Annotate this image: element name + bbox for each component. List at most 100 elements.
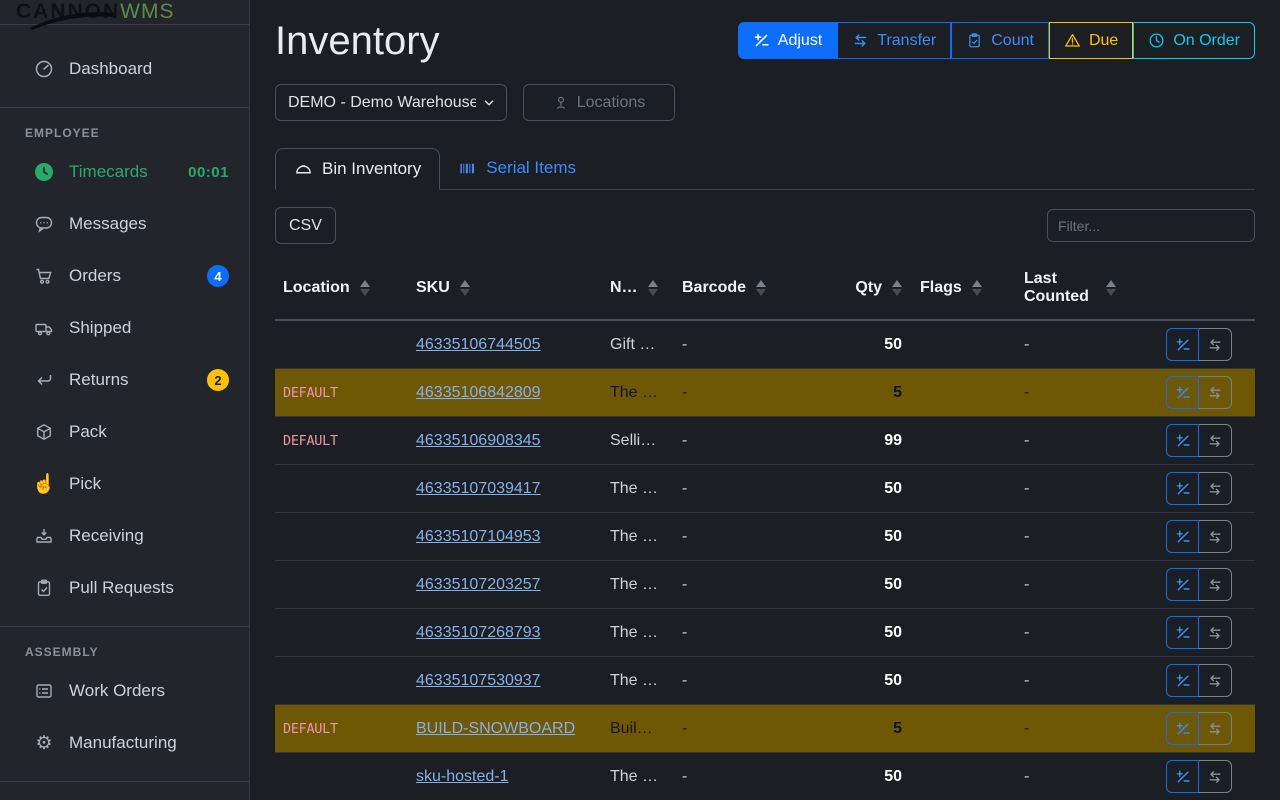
column-header-last-counted[interactable]: Last Counted xyxy=(1006,270,1146,307)
adjust-icon xyxy=(1175,625,1191,641)
cell-qty: 50 xyxy=(792,480,902,498)
sidebar-item-label: Receiving xyxy=(69,526,144,546)
row-adjust-button[interactable] xyxy=(1166,328,1199,361)
cell-barcode: - xyxy=(674,336,792,354)
sidebar-item-manufacturing[interactable]: ⚙ Manufacturing xyxy=(0,717,249,769)
cell-barcode: - xyxy=(674,768,792,786)
on-order-button[interactable]: On Order xyxy=(1133,22,1255,59)
cell-actions xyxy=(1146,664,1255,697)
row-adjust-button[interactable] xyxy=(1166,664,1199,697)
sidebar-item-pick[interactable]: ☝ Pick xyxy=(0,458,249,510)
chat-icon xyxy=(33,213,55,235)
column-header-location[interactable]: Location xyxy=(275,279,408,297)
column-header-qty[interactable]: Qty xyxy=(792,279,902,297)
cell-qty: 5 xyxy=(792,720,902,738)
sku-link[interactable]: 46335106842809 xyxy=(416,384,541,401)
tab-bin-inventory[interactable]: Bin Inventory xyxy=(275,148,440,190)
row-adjust-button[interactable] xyxy=(1166,760,1199,793)
row-transfer-button[interactable] xyxy=(1199,424,1232,457)
cell-barcode: - xyxy=(674,576,792,594)
sku-link[interactable]: 46335107203257 xyxy=(416,576,541,593)
row-transfer-button[interactable] xyxy=(1199,472,1232,505)
sku-link[interactable]: 46335107104953 xyxy=(416,528,541,545)
cell-barcode: - xyxy=(674,480,792,498)
sidebar-item-label: Returns xyxy=(69,370,129,390)
sku-link[interactable]: 46335107039417 xyxy=(416,480,541,497)
row-adjust-button[interactable] xyxy=(1166,472,1199,505)
sidebar-item-shipped[interactable]: Shipped xyxy=(0,302,249,354)
cell-qty: 50 xyxy=(792,336,902,354)
sidebar-item-messages[interactable]: Messages xyxy=(0,198,249,250)
main-content: Inventory Adjust Transfer Count xyxy=(250,0,1280,800)
sidebar-item-work-orders[interactable]: Work Orders xyxy=(0,665,249,717)
section-header-facilities: FACILITIES xyxy=(0,794,249,800)
row-adjust-button[interactable] xyxy=(1166,520,1199,553)
transfer-icon xyxy=(1207,337,1223,353)
sort-icon xyxy=(756,280,766,296)
locations-button[interactable]: Locations xyxy=(523,84,675,121)
sidebar-item-receiving[interactable]: Receiving xyxy=(0,510,249,562)
cell-actions xyxy=(1146,376,1255,409)
row-transfer-button[interactable] xyxy=(1199,568,1232,601)
sidebar-item-label: Manufacturing xyxy=(69,733,177,753)
row-transfer-button[interactable] xyxy=(1199,520,1232,553)
row-adjust-button[interactable] xyxy=(1166,616,1199,649)
sidebar-item-pull-requests[interactable]: Pull Requests xyxy=(0,562,249,614)
cell-sku: 46335107203257 xyxy=(408,576,602,594)
sku-link[interactable]: 46335106744505 xyxy=(416,336,541,353)
count-button[interactable]: Count xyxy=(951,22,1049,59)
sidebar-item-orders[interactable]: Orders 4 xyxy=(0,250,249,302)
return-arrow-icon xyxy=(33,369,55,391)
row-adjust-button[interactable] xyxy=(1166,568,1199,601)
cell-sku: 46335106842809 xyxy=(408,384,602,402)
row-transfer-button[interactable] xyxy=(1199,328,1232,361)
cell-name: The … xyxy=(602,672,674,690)
column-header-sku[interactable]: SKU xyxy=(408,279,602,297)
adjust-button[interactable]: Adjust xyxy=(738,22,837,59)
row-transfer-button[interactable] xyxy=(1199,760,1232,793)
tab-serial-items[interactable]: Serial Items xyxy=(440,147,594,189)
column-header-name[interactable]: N… xyxy=(602,279,674,297)
warehouse-select[interactable]: DEMO - Demo Warehouse xyxy=(275,84,507,121)
sidebar-item-pack[interactable]: Pack xyxy=(0,406,249,458)
row-transfer-button[interactable] xyxy=(1199,616,1232,649)
sidebar-item-dashboard[interactable]: Dashboard xyxy=(0,43,249,95)
row-transfer-button[interactable] xyxy=(1199,376,1232,409)
sort-icon xyxy=(648,280,658,296)
transfer-button[interactable]: Transfer xyxy=(837,22,951,59)
sort-icon xyxy=(460,280,470,296)
timecard-timer: 00:01 xyxy=(188,164,229,181)
filter-input[interactable] xyxy=(1047,209,1255,242)
row-adjust-button[interactable] xyxy=(1166,424,1199,457)
column-header-flags[interactable]: Flags xyxy=(902,279,1006,297)
csv-export-button[interactable]: CSV xyxy=(275,207,336,244)
column-header-barcode[interactable]: Barcode xyxy=(674,279,792,297)
row-adjust-button[interactable] xyxy=(1166,376,1199,409)
sku-link[interactable]: sku-hosted-1 xyxy=(416,768,509,785)
sku-link[interactable]: 46335106908345 xyxy=(416,432,541,449)
sku-link[interactable]: 46335107530937 xyxy=(416,672,541,689)
cell-barcode: - xyxy=(674,528,792,546)
due-button[interactable]: Due xyxy=(1049,22,1133,59)
truck-icon xyxy=(33,317,55,339)
brand-logo[interactable]: CANNONWMS xyxy=(0,0,249,25)
row-adjust-button[interactable] xyxy=(1166,712,1199,745)
transfer-icon xyxy=(1207,769,1223,785)
sidebar-item-label: Pack xyxy=(69,422,107,442)
sku-link[interactable]: BUILD-SNOWBOARD xyxy=(416,720,575,737)
sidebar-item-timecards[interactable]: Timecards 00:01 xyxy=(0,146,249,198)
cell-qty: 50 xyxy=(792,672,902,690)
sku-link[interactable]: 46335107268793 xyxy=(416,624,541,641)
row-transfer-button[interactable] xyxy=(1199,664,1232,697)
transfer-icon xyxy=(1207,481,1223,497)
transfer-icon xyxy=(1207,577,1223,593)
sidebar-item-label: Pull Requests xyxy=(69,578,174,598)
cell-name: The … xyxy=(602,624,674,642)
due-label: Due xyxy=(1089,32,1118,50)
on-order-label: On Order xyxy=(1173,32,1240,50)
chevron-down-icon xyxy=(482,96,496,110)
row-transfer-button[interactable] xyxy=(1199,712,1232,745)
table-row: 46335107203257 The … - 50 - xyxy=(275,561,1255,609)
sidebar-item-returns[interactable]: Returns 2 xyxy=(0,354,249,406)
bin-inventory-table: Location SKU N… Barcode Qty Flags Last C… xyxy=(275,263,1255,800)
